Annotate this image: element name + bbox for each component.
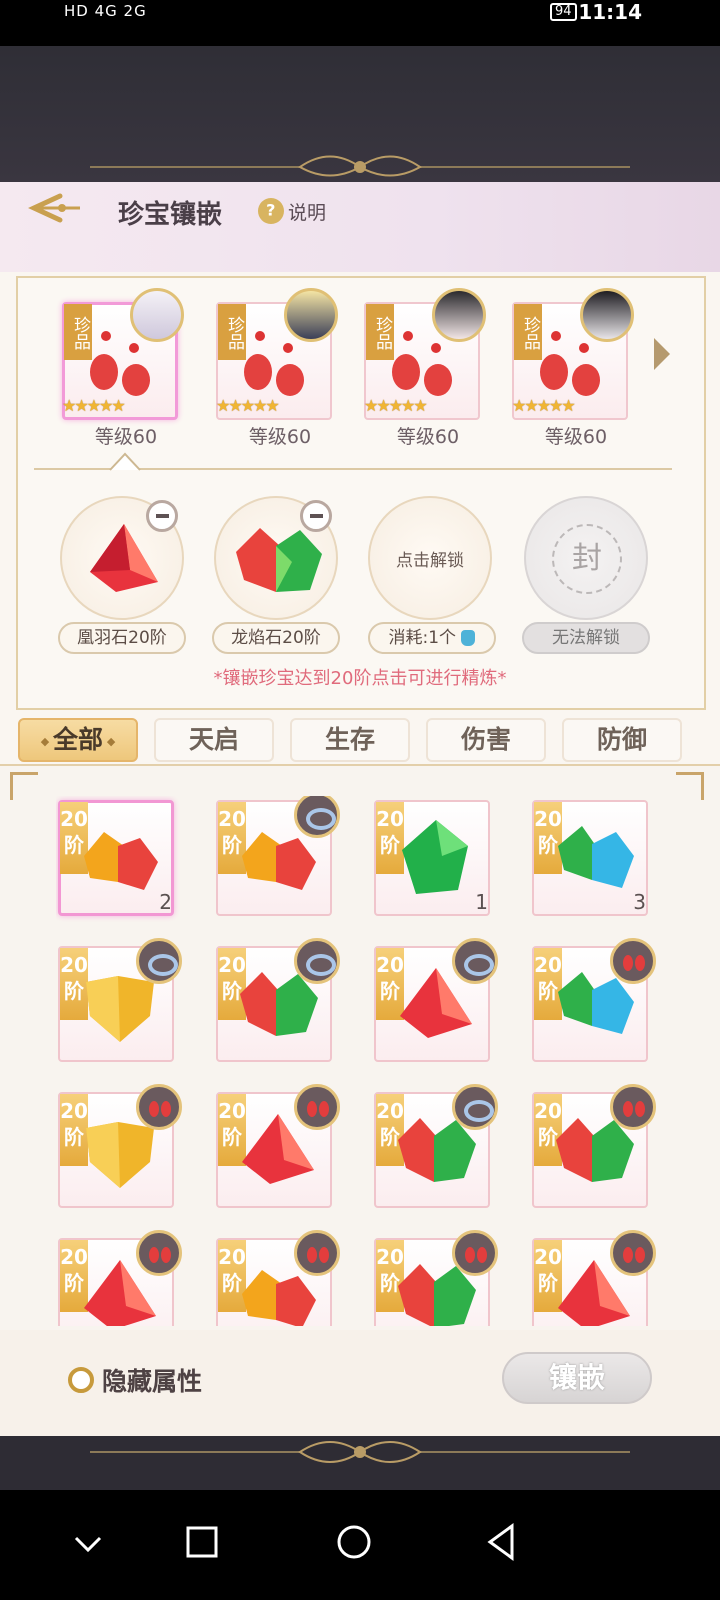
gem-item[interactable]: 20阶 [530, 1084, 656, 1212]
character-card-3[interactable]: 珍品 ★★★★★ 等级60 [358, 288, 486, 448]
tab-defense[interactable]: 防御 [562, 718, 682, 762]
character-level: 等级60 [94, 426, 158, 448]
character-avatar [284, 288, 338, 342]
remove-gem-button[interactable] [300, 500, 332, 532]
page-title: 珍宝镶嵌 [118, 200, 223, 230]
header-bar [0, 182, 720, 272]
gem-item[interactable]: 20阶 [56, 1230, 182, 1326]
slot-label: 凰羽石20阶 [58, 622, 186, 654]
red-gem-icon [90, 524, 158, 592]
battery-indicator: 94 [550, 3, 577, 21]
character-card-4[interactable]: 珍品 ★★★★★ 等级60 [506, 288, 634, 448]
gem-slot-4: 封 [524, 496, 648, 620]
tab-tianqi[interactable]: 天启 [154, 718, 274, 762]
remove-gem-button[interactable] [146, 500, 178, 532]
gem-item[interactable]: 20阶 [530, 1230, 656, 1326]
slot-label: 无法解锁 [522, 622, 650, 654]
back-icon[interactable] [472, 1512, 532, 1572]
help-icon: ? [252, 192, 290, 230]
ring-badge-icon [136, 938, 182, 984]
earring-badge-icon [610, 1084, 656, 1130]
gem-item[interactable]: 20阶 [372, 1230, 498, 1326]
network-indicator: HD 4G 2G [64, 2, 147, 20]
recent-apps-icon[interactable] [172, 1512, 232, 1572]
gem-item[interactable]: 20阶 [372, 1084, 498, 1212]
gem-count: 1 [475, 890, 488, 914]
ring-badge-icon [294, 938, 340, 984]
earring-badge-icon [294, 1084, 340, 1130]
status-bar: HD 4G 2G 94 11:14 [0, 0, 720, 46]
gem-grid: 20阶 2 20阶 20阶 1 20阶 3 20阶 20阶 20阶 20阶 20… [56, 796, 656, 1326]
gem-slot-1[interactable] [60, 496, 184, 620]
character-level: 等级60 [248, 426, 312, 448]
earring-badge-icon [294, 1230, 340, 1276]
hide-attributes-label: 隐藏属性 [102, 1367, 203, 1396]
character-card-1[interactable]: 珍品 ★★★★★ 等级60 [56, 288, 184, 448]
gem-item[interactable]: 20阶 [214, 938, 340, 1066]
seal-icon: 封 [552, 524, 622, 594]
category-tabs: 全部 天启 生存 伤害 防御 [18, 718, 682, 762]
gem-item[interactable]: 20阶 [530, 938, 656, 1066]
ring-badge-icon [294, 796, 340, 838]
gem-item[interactable]: 20阶 1 [372, 796, 496, 920]
help-button[interactable]: ? 说明 [252, 192, 327, 230]
clock: 11:14 [578, 0, 642, 24]
tab-survival[interactable]: 生存 [290, 718, 410, 762]
refine-notice: *镶嵌珍宝达到20阶点击可进行精炼* [213, 668, 507, 689]
character-avatar [432, 288, 486, 342]
character-level: 等级60 [396, 426, 460, 448]
unlock-cost-label: 消耗:1个 [368, 622, 496, 654]
ring-badge-icon [452, 938, 498, 984]
character-avatar [130, 288, 184, 342]
top-ornament [90, 155, 630, 177]
gem-item[interactable]: 20阶 [214, 1084, 340, 1212]
corner-ornament [10, 772, 38, 800]
gem-item[interactable]: 20阶 2 [56, 796, 180, 920]
gem-slot-2[interactable] [214, 496, 338, 620]
bottom-ornament [90, 1441, 630, 1463]
orange-red-gem-icon [84, 832, 158, 890]
gem-item[interactable]: 20阶 [372, 938, 498, 1066]
tab-damage[interactable]: 伤害 [426, 718, 546, 762]
earring-badge-icon [136, 1084, 182, 1130]
corner-ornament [676, 772, 704, 800]
radio-button[interactable] [68, 1367, 94, 1393]
gem-item[interactable]: 20阶 [214, 1230, 340, 1326]
red-green-gem-icon [236, 528, 322, 592]
unlock-prompt: 点击解锁 [396, 551, 464, 571]
earring-badge-icon [610, 1230, 656, 1276]
slot-label: 龙焰石20阶 [212, 622, 340, 654]
green-gem-icon [402, 820, 468, 894]
tab-all[interactable]: 全部 [18, 718, 138, 762]
ring-badge-icon [452, 1084, 498, 1130]
character-avatar [580, 288, 634, 342]
back-arrow-icon[interactable] [14, 188, 84, 228]
gem-item[interactable]: 20阶 [56, 1084, 182, 1212]
star-rating: ★★★★★ [364, 396, 428, 415]
earring-badge-icon [136, 1230, 182, 1276]
gem-item[interactable]: 20阶 [56, 938, 182, 1066]
gem-count: 2 [159, 890, 172, 914]
star-rating: ★★★★★ [512, 396, 576, 415]
bottle-icon [461, 630, 476, 646]
character-list: 珍品 ★★★★★ 等级60 珍品 ★★★★★ 等级60 珍品 ★★★★★ 等级6… [56, 288, 676, 456]
help-label: 说明 [288, 201, 327, 224]
home-icon[interactable] [324, 1512, 384, 1572]
character-card-2[interactable]: 珍品 ★★★★★ 等级60 [210, 288, 338, 448]
gem-slot-3[interactable]: 点击解锁 [368, 496, 492, 620]
star-rating: ★★★★★ [216, 396, 280, 415]
earring-badge-icon [610, 938, 656, 984]
collapse-icon[interactable] [58, 1512, 118, 1572]
gem-item[interactable]: 20阶 3 [530, 796, 654, 920]
character-level: 等级60 [544, 426, 608, 448]
next-arrow-icon[interactable] [652, 336, 672, 372]
gem-count: 3 [633, 890, 646, 914]
hide-attributes-toggle[interactable]: 隐藏属性 [68, 1362, 202, 1398]
embed-button[interactable]: 镶嵌 [502, 1352, 652, 1404]
green-blue-gem-icon [558, 826, 634, 888]
gem-item[interactable]: 20阶 [214, 796, 340, 920]
star-rating: ★★★★★ [62, 396, 126, 415]
selection-pointer-icon [109, 452, 141, 471]
earring-badge-icon [452, 1230, 498, 1276]
